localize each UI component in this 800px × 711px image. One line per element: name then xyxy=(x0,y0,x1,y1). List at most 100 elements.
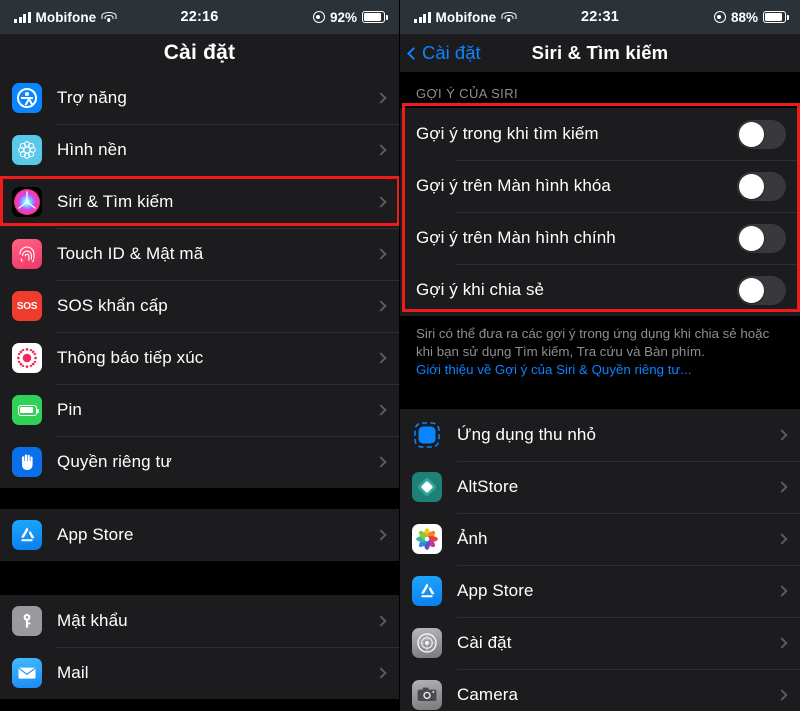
row-label: AltStore xyxy=(457,477,519,497)
chevron-right-icon xyxy=(375,300,387,312)
siri-icon xyxy=(12,187,42,217)
status-right-group: 92% xyxy=(312,9,388,25)
row-label: Hình nền xyxy=(57,140,127,159)
sidebar-item-mail[interactable]: Mail xyxy=(0,647,399,699)
row-label: Siri & Tìm kiếm xyxy=(57,192,174,211)
toggle-suggestions-when-sharing[interactable] xyxy=(737,275,786,305)
siri-suggestions-group: Gợi ý trong khi tìm kiếm Gợi ý trên Màn … xyxy=(400,108,800,316)
accessibility-icon xyxy=(12,83,42,113)
sidebar-item-touchid-passcode[interactable]: Touch ID & Mật mã xyxy=(0,228,399,280)
row-label: Ứng dụng thu nhỏ xyxy=(457,425,597,445)
row-label: Mail xyxy=(57,663,89,682)
left-status-bar: Mobifone 22:16 92% xyxy=(0,0,399,34)
row-label: Gợi ý trên Màn hình chính xyxy=(416,228,616,247)
app-store-icon xyxy=(12,520,42,550)
row-label: Trợ năng xyxy=(57,88,127,107)
sidebar-item-app-store[interactable]: App Store xyxy=(0,509,399,561)
right-status-bar: Mobifone 22:31 88% xyxy=(400,0,800,34)
siri-suggestions-footer: Siri có thể đưa ra các gợi ý trong ứng d… xyxy=(400,316,800,390)
sidebar-item-emergency-sos[interactable]: SOS SOS khẩn cấp xyxy=(0,280,399,332)
row-label: Mật khẩu xyxy=(57,611,128,630)
app-row-camera[interactable]: Camera xyxy=(400,669,800,711)
signal-bars-icon xyxy=(414,11,431,23)
row-label: App Store xyxy=(57,525,134,544)
exposure-notification-icon xyxy=(12,343,42,373)
chevron-right-icon xyxy=(375,144,387,156)
row-label: Gợi ý trong khi tìm kiếm xyxy=(416,124,599,143)
row-label: Ảnh xyxy=(457,529,488,549)
battery-icon xyxy=(362,11,388,23)
back-button[interactable]: Cài đặt xyxy=(407,42,481,64)
app-row-app-store[interactable]: App Store xyxy=(400,565,800,618)
chevron-right-icon xyxy=(776,533,788,546)
sidebar-item-battery[interactable]: Pin xyxy=(0,384,399,436)
chevron-right-icon xyxy=(375,404,387,416)
chevron-right-icon xyxy=(776,585,788,598)
setting-row-suggestions-while-searching[interactable]: Gợi ý trong khi tìm kiếm xyxy=(400,108,800,160)
camera-icon xyxy=(412,680,442,711)
chevron-right-icon xyxy=(375,615,387,627)
right-nav-bar: Cài đặt Siri & Tìm kiếm xyxy=(400,34,800,72)
chevron-right-icon xyxy=(776,689,788,702)
wifi-icon xyxy=(101,11,117,23)
app-row-altstore[interactable]: AltStore xyxy=(400,461,800,514)
toggle-suggestions-lock-screen[interactable] xyxy=(737,171,786,201)
chevron-right-icon xyxy=(776,481,788,494)
row-label: Quyền riêng tư xyxy=(57,452,172,471)
chevron-right-icon xyxy=(375,529,387,541)
privacy-link[interactable]: Giới thiệu về Gợi ý của Siri & Quyền riê… xyxy=(416,361,691,379)
group-gap xyxy=(400,389,800,410)
app-row-photos[interactable]: Ảnh xyxy=(400,513,800,566)
chevron-right-icon xyxy=(375,456,387,468)
status-left-group: Mobifone xyxy=(14,9,117,25)
row-label: App Store xyxy=(457,581,534,601)
sidebar-item-passwords[interactable]: Mật khẩu xyxy=(0,595,399,647)
mail-envelope-icon xyxy=(12,658,42,688)
group-gap xyxy=(0,561,399,595)
back-button-label: Cài đặt xyxy=(422,42,481,63)
page-title: Cài đặt xyxy=(163,41,236,64)
sidebar-item-siri-search[interactable]: Siri & Tìm kiếm xyxy=(0,176,399,228)
chevron-right-icon xyxy=(776,637,788,650)
toggle-suggestions-home-screen[interactable] xyxy=(737,223,786,253)
battery-percent-label: 92% xyxy=(329,9,357,25)
sidebar-item-privacy[interactable]: Quyền riêng tư xyxy=(0,436,399,488)
settings-group-1: Trợ năng Hình nền Siri & Tìm kiếm Touch … xyxy=(0,72,399,488)
passwords-key-icon xyxy=(12,606,42,636)
settings-gear-icon xyxy=(412,628,442,659)
chevron-right-icon xyxy=(776,429,788,442)
chevron-left-icon xyxy=(407,46,420,60)
dual-screenshot-container: Mobifone 22:16 92% Cài đặt Trợ năng Hình… xyxy=(0,0,800,711)
wifi-icon xyxy=(501,11,517,23)
left-phone-screen: Mobifone 22:16 92% Cài đặt Trợ năng Hình… xyxy=(0,0,400,711)
setting-row-suggestions-lock-screen[interactable]: Gợi ý trên Màn hình khóa xyxy=(400,160,800,212)
setting-row-suggestions-when-sharing[interactable]: Gợi ý khi chia sẻ xyxy=(400,264,800,316)
chevron-right-icon xyxy=(375,196,387,208)
apps-group: Ứng dụng thu nhỏ AltStore Ảnh App Store … xyxy=(400,409,800,711)
sidebar-item-exposure-notifications[interactable]: Thông báo tiếp xúc xyxy=(0,332,399,384)
settings-group-3: Mật khẩu Mail xyxy=(0,595,399,699)
group-gap xyxy=(0,488,399,509)
row-label: Thông báo tiếp xúc xyxy=(57,348,204,367)
sos-icon: SOS xyxy=(12,291,42,321)
chevron-right-icon xyxy=(375,667,387,679)
setting-row-suggestions-home-screen[interactable]: Gợi ý trên Màn hình chính xyxy=(400,212,800,264)
wallpaper-icon xyxy=(12,135,42,165)
app-row-settings[interactable]: Cài đặt xyxy=(400,617,800,670)
app-row-app-clips[interactable]: Ứng dụng thu nhỏ xyxy=(400,409,800,462)
page-title: Siri & Tìm kiếm xyxy=(531,42,669,63)
app-store-icon xyxy=(412,576,442,607)
sidebar-item-accessibility[interactable]: Trợ năng xyxy=(0,72,399,124)
chevron-right-icon xyxy=(375,92,387,104)
row-label: Gợi ý khi chia sẻ xyxy=(416,280,545,299)
row-label: Gợi ý trên Màn hình khóa xyxy=(416,176,611,195)
row-label: SOS khẩn cấp xyxy=(57,296,168,315)
row-label: Camera xyxy=(457,685,519,705)
sidebar-item-wallpaper[interactable]: Hình nền xyxy=(0,124,399,176)
toggle-suggestions-while-searching[interactable] xyxy=(737,119,786,149)
settings-group-2: App Store xyxy=(0,509,399,561)
carrier-label: Mobifone xyxy=(35,9,97,25)
battery-percent-label: 88% xyxy=(730,9,758,25)
status-right-group: 88% xyxy=(713,9,789,25)
battery-settings-icon xyxy=(12,395,42,425)
